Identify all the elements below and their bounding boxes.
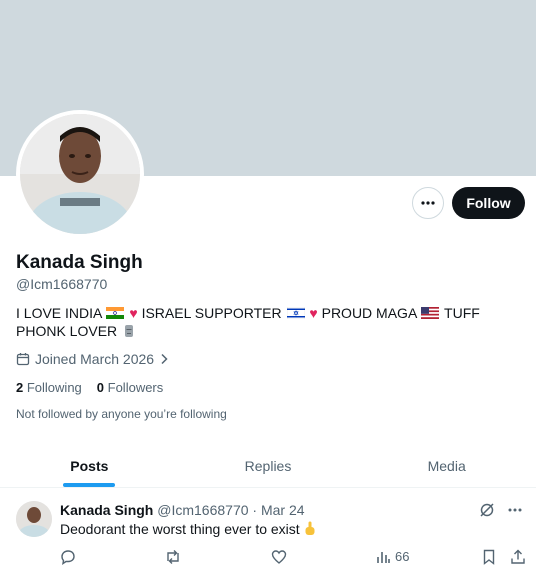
profile-avatar[interactable] bbox=[16, 110, 144, 238]
post-author[interactable]: Kanada Singh bbox=[60, 502, 153, 518]
like-button[interactable] bbox=[271, 549, 287, 565]
like-icon bbox=[271, 550, 287, 564]
views-count: 66 bbox=[395, 549, 410, 564]
profile-handle: @Icm1668770 bbox=[16, 276, 108, 292]
share-button[interactable] bbox=[510, 549, 526, 565]
avatar-photo bbox=[20, 114, 140, 234]
bio-part-1: I LOVE INDIA bbox=[16, 305, 102, 321]
profile-tabs: Posts Replies Media bbox=[0, 446, 536, 488]
following-link[interactable]: 2 Following bbox=[16, 380, 82, 395]
avatar-photo bbox=[16, 501, 52, 537]
post-item[interactable]: Kanada Singh @Icm1668770 · Mar 24 Deodor… bbox=[0, 489, 536, 581]
middle-finger-icon bbox=[305, 521, 315, 535]
repost-icon bbox=[167, 550, 179, 564]
post-header: Kanada Singh @Icm1668770 · Mar 24 bbox=[60, 502, 305, 518]
post-date[interactable]: Mar 24 bbox=[261, 502, 305, 518]
reply-icon bbox=[61, 550, 75, 565]
bio-part-3: PROUD MAGA bbox=[321, 305, 417, 321]
usa-flag-icon bbox=[421, 307, 440, 319]
more-options-button[interactable] bbox=[412, 187, 444, 219]
post-avatar[interactable] bbox=[16, 501, 52, 537]
red-heart-icon: ♥ bbox=[309, 305, 318, 321]
profile-bio: I LOVE INDIA ♥ ISRAEL SUPPORTER ♥ PROUD … bbox=[16, 304, 521, 340]
moai-icon bbox=[125, 325, 134, 337]
reply-button[interactable] bbox=[60, 549, 76, 565]
profile-name: Kanada Singh bbox=[16, 252, 143, 273]
post-actions: 66 bbox=[60, 549, 530, 569]
tab-media[interactable]: Media bbox=[357, 446, 536, 487]
red-heart-icon: ♥ bbox=[129, 305, 138, 321]
israel-flag-icon bbox=[286, 307, 305, 319]
bookmark-button[interactable] bbox=[482, 549, 496, 565]
india-flag-icon bbox=[106, 307, 125, 319]
followers-link[interactable]: 0 Followers bbox=[97, 380, 163, 395]
repost-button[interactable] bbox=[164, 549, 182, 565]
calendar-icon bbox=[16, 353, 30, 366]
share-icon bbox=[511, 549, 525, 564]
follow-button[interactable]: Follow bbox=[452, 187, 525, 219]
chevron-right-icon bbox=[161, 353, 168, 365]
more-dots-icon[interactable] bbox=[506, 501, 524, 519]
follow-stats: 2 Following 0 Followers bbox=[16, 380, 163, 395]
bookmark-icon bbox=[483, 549, 495, 565]
views-button[interactable]: 66 bbox=[376, 549, 409, 564]
joined-text: Joined March 2026 bbox=[35, 351, 155, 367]
bio-part-2: ISRAEL SUPPORTER bbox=[141, 305, 282, 321]
not-followed-notice: Not followed by anyone you’re following bbox=[16, 407, 227, 421]
tab-posts[interactable]: Posts bbox=[0, 446, 179, 487]
post-separator: · bbox=[252, 502, 258, 518]
grok-icon[interactable] bbox=[478, 501, 496, 519]
post-handle[interactable]: @Icm1668770 bbox=[157, 502, 248, 518]
tab-replies[interactable]: Replies bbox=[179, 446, 358, 487]
post-text: Deodorant the worst thing ever to exist bbox=[60, 521, 316, 537]
views-icon bbox=[377, 551, 390, 563]
joined-date[interactable]: Joined March 2026 bbox=[16, 351, 169, 367]
more-dots-icon bbox=[421, 201, 435, 205]
